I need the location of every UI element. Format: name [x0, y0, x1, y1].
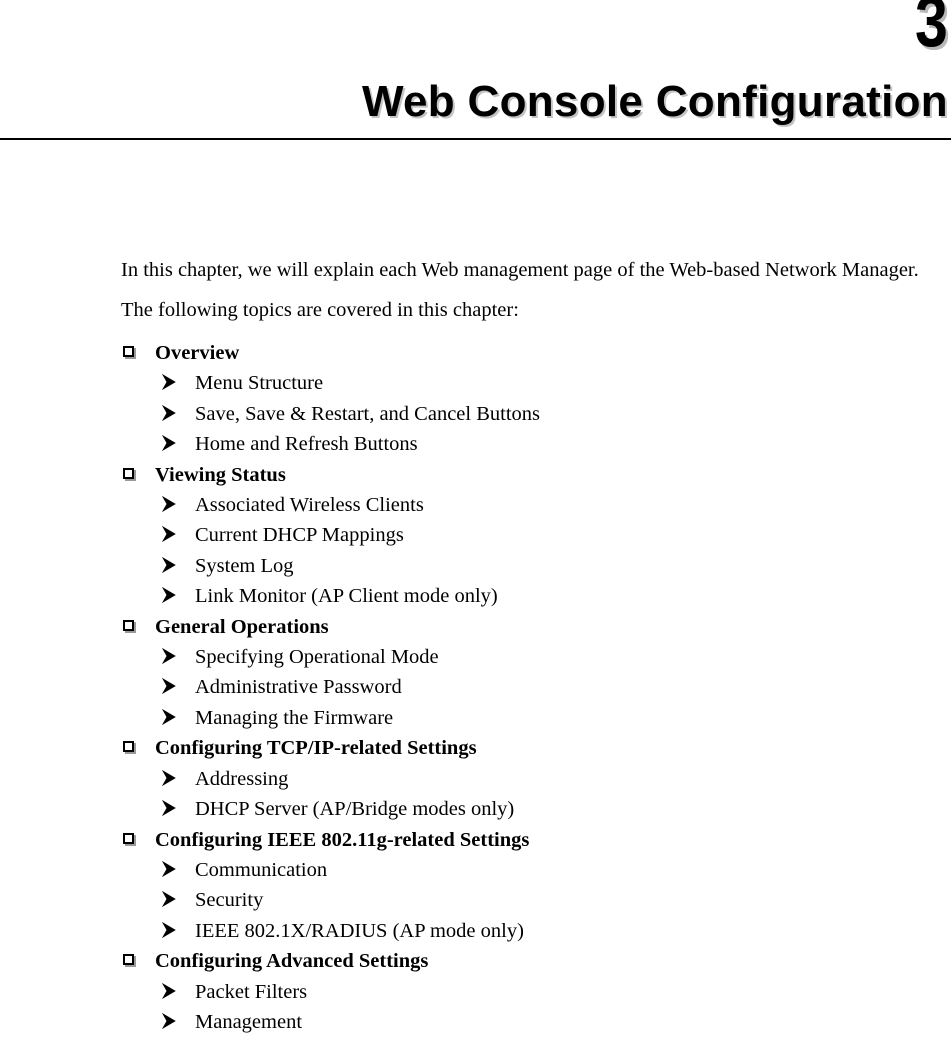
list-item: IEEE 802.1X/RADIUS (AP mode only) [0, 916, 951, 946]
list-item: Managing the Firmware [0, 703, 951, 733]
topic-heading-label: General Operations [155, 615, 329, 638]
topic-list: Overview Menu Structure Save, Save & Res… [0, 338, 951, 1037]
list-item: Addressing [0, 764, 951, 794]
topic-heading: Overview [0, 338, 951, 368]
arrowhead-bullet-icon [161, 646, 179, 666]
list-item: Packet Filters [0, 977, 951, 1007]
topic-sublist: Menu Structure Save, Save & Restart, and… [0, 368, 951, 459]
list-item-label: IEEE 802.1X/RADIUS (AP mode only) [195, 919, 524, 942]
topic-sublist: Addressing DHCP Server (AP/Bridge modes … [0, 764, 951, 825]
list-item-label: DHCP Server (AP/Bridge modes only) [195, 798, 515, 821]
list-item-label: Specifying Operational Mode [195, 646, 439, 669]
list-item-label: Link Monitor (AP Client mode only) [195, 585, 498, 608]
arrowhead-bullet-icon [161, 433, 179, 453]
topic-group: Configuring TCP/IP-related Settings Addr… [0, 733, 951, 824]
list-item: Communication [0, 855, 951, 885]
list-item-label: Administrative Password [195, 676, 402, 699]
arrowhead-bullet-icon [161, 981, 179, 1001]
topic-heading-label: Configuring Advanced Settings [155, 950, 429, 973]
list-item: Associated Wireless Clients [0, 490, 951, 520]
topic-heading: General Operations [0, 612, 951, 642]
list-item: System Log [0, 551, 951, 581]
list-item: Menu Structure [0, 368, 951, 398]
topic-heading-label: Overview [155, 342, 240, 364]
topic-sublist: Specifying Operational Mode Administrati… [0, 642, 951, 733]
chapter-number: 3 [914, 0, 948, 62]
list-item: DHCP Server (AP/Bridge modes only) [0, 794, 951, 824]
header-divider [0, 138, 951, 140]
list-item: Home and Refresh Buttons [0, 429, 951, 459]
list-item: Specifying Operational Mode [0, 642, 951, 672]
arrowhead-bullet-icon [161, 768, 179, 788]
arrowhead-bullet-icon [161, 372, 179, 392]
page-title: Web Console Configuration [362, 77, 948, 126]
topic-group: Overview Menu Structure Save, Save & Res… [0, 338, 951, 460]
list-item-label: Security [195, 889, 264, 912]
list-item-label: Menu Structure [195, 372, 324, 395]
topic-sublist: Packet Filters Management [0, 977, 951, 1038]
topic-heading: Configuring TCP/IP-related Settings [0, 733, 951, 763]
arrowhead-bullet-icon [161, 403, 179, 423]
list-item-label: Current DHCP Mappings [195, 524, 404, 547]
topic-sublist: Associated Wireless Clients Current DHCP… [0, 490, 951, 612]
list-item-label: Save, Save & Restart, and Cancel Buttons [195, 402, 541, 425]
topic-heading: Viewing Status [0, 460, 951, 490]
list-item-label: Packet Filters [195, 980, 308, 1003]
topic-heading-label: Configuring IEEE 802.11g-related Setting… [155, 828, 530, 851]
hollow-square-bullet-icon [123, 954, 134, 966]
arrowhead-bullet-icon [161, 859, 179, 879]
list-item: Management [0, 1007, 951, 1037]
topic-group: General Operations Specifying Operationa… [0, 612, 951, 734]
intro-paragraph-2: The following topics are covered in this… [121, 299, 519, 321]
arrowhead-bullet-icon [161, 889, 179, 909]
arrowhead-bullet-icon [161, 798, 179, 818]
arrowhead-bullet-icon [161, 920, 179, 940]
list-item: Save, Save & Restart, and Cancel Buttons [0, 399, 951, 429]
list-item-label: Addressing [195, 767, 289, 790]
hollow-square-bullet-icon [123, 346, 134, 357]
arrowhead-bullet-icon [161, 707, 179, 727]
list-item: Security [0, 885, 951, 915]
arrowhead-bullet-icon [161, 1011, 179, 1031]
list-item: Link Monitor (AP Client mode only) [0, 581, 951, 611]
document-body: In this chapter, we will explain each We… [0, 160, 951, 1037]
arrowhead-bullet-icon [161, 494, 179, 514]
list-item-label: Associated Wireless Clients [195, 494, 424, 517]
arrowhead-bullet-icon [161, 585, 179, 605]
hollow-square-bullet-icon [123, 467, 134, 479]
arrowhead-bullet-icon [161, 524, 179, 544]
topic-group: Viewing Status Associated Wireless Clien… [0, 460, 951, 612]
list-item: Administrative Password [0, 672, 951, 702]
hollow-square-bullet-icon [123, 832, 134, 844]
list-item-label: Communication [195, 858, 328, 881]
list-item-label: Managing the Firmware [195, 706, 394, 729]
topic-group: Configuring IEEE 802.11g-related Setting… [0, 825, 951, 947]
list-item-label: System Log [195, 554, 294, 577]
topic-heading: Configuring IEEE 802.11g-related Setting… [0, 825, 951, 855]
topic-heading: Configuring Advanced Settings [0, 946, 951, 976]
topic-group: Configuring Advanced Settings Packet Fil… [0, 946, 951, 1037]
hollow-square-bullet-icon [123, 619, 134, 631]
topic-heading-label: Viewing Status [155, 463, 286, 486]
topic-sublist: Communication Security IEEE 802.1X/RADIU… [0, 855, 951, 946]
list-item: Current DHCP Mappings [0, 520, 951, 550]
hollow-square-bullet-icon [123, 741, 134, 753]
arrowhead-bullet-icon [161, 676, 179, 696]
list-item-label: Home and Refresh Buttons [195, 433, 418, 456]
intro-paragraph-1: In this chapter, we will explain each We… [121, 259, 919, 281]
arrowhead-bullet-icon [161, 555, 179, 575]
topic-heading-label: Configuring TCP/IP-related Settings [155, 737, 477, 760]
list-item-label: Management [195, 1010, 303, 1033]
